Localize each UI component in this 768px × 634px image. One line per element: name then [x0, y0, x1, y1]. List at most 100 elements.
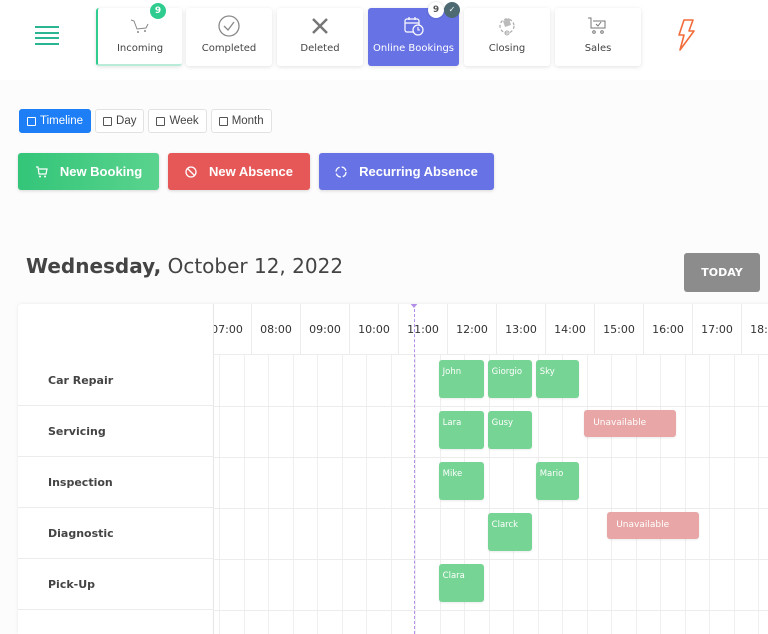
booking-event[interactable]: Sky [535, 360, 580, 398]
row-divider [214, 457, 768, 458]
row-divider [214, 559, 768, 560]
hour-label: 12:00 [447, 304, 496, 355]
check-circle-icon [218, 15, 240, 37]
grid-line [292, 355, 294, 634]
new-booking-label: New Booking [59, 164, 143, 179]
online-bookings-check-badge: ✓ [444, 2, 460, 18]
online-bookings-count-badge: 9 [428, 2, 444, 18]
hour-label: 08:00 [251, 304, 300, 355]
grid-line [219, 355, 220, 634]
booking-event[interactable]: John [438, 360, 484, 398]
hour-label: 17:00 [692, 304, 741, 355]
view-timeline-label: Timeline [40, 115, 84, 127]
view-month-label: Month [231, 115, 264, 127]
tab-deleted[interactable]: Deleted [277, 8, 363, 66]
view-week-label: Week [169, 115, 199, 127]
timeline-scheduler: 07:00 08:00 09:00 10:00 11:00 12:00 13:00 14:00… [18, 304, 768, 634]
new-booking-button[interactable]: New Booking [18, 153, 159, 190]
recurring-icon [335, 165, 347, 178]
top-toolbar: Incoming 9 Completed Deleted Online Book… [0, 0, 768, 80]
booking-event[interactable]: Clara [438, 564, 484, 602]
grid-line [635, 355, 637, 634]
resource-row-label: Car Repair [18, 355, 214, 406]
hour-label: 09:00 [300, 304, 349, 355]
current-time-line [414, 304, 415, 634]
view-day-label: Day [116, 115, 137, 127]
grid-line [611, 355, 612, 634]
hour-label: 14:00 [545, 304, 594, 355]
recurring-absence-button[interactable]: Recurring Absence [319, 153, 494, 190]
grid-line [758, 355, 759, 634]
resource-row-label: Inspection [18, 457, 214, 508]
ban-icon [185, 165, 197, 178]
sales-cart-icon [588, 17, 606, 34]
grid-line [733, 355, 735, 634]
tab-online-bookings-label: Online Bookings [373, 43, 454, 54]
grid-line [341, 355, 343, 634]
grid-line [317, 355, 318, 634]
tab-online-bookings[interactable]: Online Bookings 9 ✓ [368, 2, 460, 66]
grid-line [366, 355, 367, 634]
hour-label: 15:00 [594, 304, 643, 355]
resource-row-label: Diagnostic [18, 508, 214, 559]
tab-incoming-label: Incoming [116, 43, 164, 54]
grid-line [390, 355, 392, 634]
hour-label: 13:00 [496, 304, 545, 355]
view-month-button[interactable]: Month [210, 109, 272, 133]
date-weekday: Wednesday, [26, 254, 162, 278]
hamburger-menu-icon[interactable] [35, 26, 59, 45]
lightning-bolt-icon[interactable] [676, 18, 696, 52]
booking-event[interactable]: Lara [438, 411, 484, 449]
booking-event[interactable]: Clarck [487, 513, 532, 551]
closing-icon [499, 18, 515, 36]
date-full: October 12, 2022 [167, 254, 344, 278]
absence-event[interactable]: Unavailable [607, 512, 699, 539]
cart-icon [130, 19, 149, 33]
view-timeline-button[interactable]: Timeline [19, 109, 92, 133]
booking-event[interactable]: Mario [535, 462, 580, 500]
tab-sales[interactable]: Sales [555, 8, 641, 66]
hour-label: 11:00 [398, 304, 447, 355]
resource-row-label: Pick-Up [18, 559, 214, 610]
absence-event[interactable]: Unavailable [584, 410, 676, 437]
incoming-count-badge: 9 [150, 3, 166, 19]
tab-completed-label: Completed [201, 43, 257, 54]
view-day-button[interactable]: Day [95, 109, 145, 133]
checkbox-checked-icon [27, 116, 36, 126]
grid-line [415, 355, 416, 634]
hour-label: 10:00 [349, 304, 398, 355]
tab-completed[interactable]: Completed [186, 8, 272, 66]
grid-line [243, 355, 245, 634]
tab-deleted-label: Deleted [300, 43, 340, 54]
view-switcher: Timeline Day Week Month [19, 109, 272, 133]
calendar-clock-icon [403, 17, 424, 36]
view-week-button[interactable]: Week [148, 109, 207, 133]
today-button[interactable]: TODAY [684, 253, 760, 292]
new-absence-button[interactable]: New Absence [168, 153, 310, 190]
booking-event[interactable]: Giorgio [487, 360, 532, 398]
hour-label: 16:00 [643, 304, 692, 355]
recurring-absence-label: Recurring Absence [359, 164, 478, 179]
action-buttons: New Booking New Absence Recurring Absenc… [18, 153, 494, 190]
new-absence-label: New Absence [208, 164, 294, 179]
resource-row-label: Servicing [18, 406, 214, 457]
row-divider [214, 406, 768, 407]
booking-event[interactable]: Gusy [487, 411, 532, 449]
grid-line [586, 355, 588, 634]
current-time-marker [409, 304, 419, 308]
tab-closing-label: Closing [488, 43, 526, 54]
grid-line [660, 355, 661, 634]
resource-column: Car Repair Servicing Inspection Diagnostic P… [18, 304, 214, 634]
tab-incoming[interactable]: Incoming 9 [96, 3, 182, 66]
tab-closing[interactable]: Closing [464, 8, 550, 66]
row-divider [214, 508, 768, 509]
row-divider [214, 610, 768, 611]
booking-event[interactable]: Mike [438, 462, 484, 500]
checkbox-icon [156, 116, 166, 126]
cart-icon [35, 165, 48, 177]
checkbox-icon [218, 116, 228, 126]
tab-sales-label: Sales [584, 43, 612, 54]
checkbox-icon [103, 116, 113, 126]
close-x-icon [312, 18, 328, 34]
grid-line [268, 355, 269, 634]
